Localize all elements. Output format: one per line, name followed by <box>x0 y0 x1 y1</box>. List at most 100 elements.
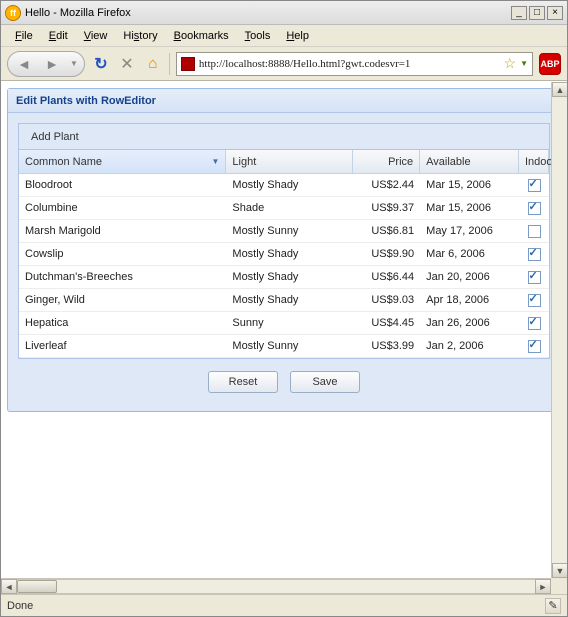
status-tool-icon[interactable]: ✎ <box>545 598 561 614</box>
vertical-scrollbar[interactable]: ▲ ▼ <box>551 82 567 578</box>
table-row[interactable]: Marsh MarigoldMostly SunnyUS$6.81May 17,… <box>19 220 549 243</box>
reload-button[interactable]: ↻ <box>91 54 111 74</box>
cell-price: US$3.99 <box>353 340 420 352</box>
menu-tools[interactable]: Tools <box>237 28 279 44</box>
col-common-name-label: Common Name <box>25 156 102 168</box>
col-common-name[interactable]: Common Name ▼ <box>19 150 226 173</box>
col-available[interactable]: Available <box>420 150 519 173</box>
cell-indoor <box>519 294 549 307</box>
cell-available: Jan 2, 2006 <box>420 340 519 352</box>
menu-help[interactable]: Help <box>278 28 317 44</box>
grid-toolbar: Add Plant <box>18 123 550 149</box>
cell-available: Mar 15, 2006 <box>420 179 519 191</box>
adblock-plus-icon[interactable]: ABP <box>539 53 561 75</box>
cell-price: US$9.37 <box>353 202 420 214</box>
scroll-left-arrow[interactable]: ◄ <box>1 579 17 594</box>
cell-light: Mostly Shady <box>226 294 352 306</box>
maximize-button[interactable]: □ <box>529 6 545 20</box>
scroll-right-arrow[interactable]: ► <box>535 579 551 594</box>
menu-bookmarks[interactable]: Bookmarks <box>166 28 237 44</box>
reset-button[interactable]: Reset <box>208 371 278 393</box>
panel-button-row: Reset Save <box>18 359 550 397</box>
cell-light: Mostly Sunny <box>226 340 352 352</box>
window-controls: _ □ × <box>511 6 563 20</box>
indoor-checkbox[interactable] <box>528 179 541 192</box>
cell-available: Mar 6, 2006 <box>420 248 519 260</box>
indoor-checkbox[interactable] <box>528 225 541 238</box>
status-text: Done <box>7 600 33 612</box>
cell-name: Bloodroot <box>19 179 226 191</box>
scrollbar-corner <box>551 578 567 594</box>
cell-indoor <box>519 248 549 261</box>
window-title: Hello - Mozilla Firefox <box>25 7 131 19</box>
table-row[interactable]: HepaticaSunnyUS$4.45Jan 26, 2006 <box>19 312 549 335</box>
cell-name: Ginger, Wild <box>19 294 226 306</box>
scroll-down-arrow[interactable]: ▼ <box>552 563 567 578</box>
row-editor-panel: Edit Plants with RowEditor Add Plant Com… <box>7 88 561 412</box>
forward-button[interactable]: ► <box>42 54 62 74</box>
cell-light: Sunny <box>226 317 352 329</box>
cell-name: Hepatica <box>19 317 226 329</box>
bookmark-star-icon[interactable]: ☆ <box>504 55 517 72</box>
cell-price: US$6.81 <box>353 225 420 237</box>
cell-available: Jan 20, 2006 <box>420 271 519 283</box>
address-dropdown-icon[interactable]: ▼ <box>520 59 528 68</box>
scroll-up-arrow[interactable]: ▲ <box>552 82 567 97</box>
add-plant-button[interactable]: Add Plant <box>25 129 85 145</box>
vertical-scroll-track[interactable] <box>552 97 567 563</box>
cell-name: Dutchman's-Breeches <box>19 271 226 283</box>
col-light[interactable]: Light <box>226 150 352 173</box>
cell-price: US$9.03 <box>353 294 420 306</box>
table-row[interactable]: ColumbineShadeUS$9.37Mar 15, 2006 <box>19 197 549 220</box>
site-identity-icon[interactable] <box>181 57 195 71</box>
save-button[interactable]: Save <box>290 371 360 393</box>
table-row[interactable]: CowslipMostly ShadyUS$9.90Mar 6, 2006 <box>19 243 549 266</box>
col-price[interactable]: Price <box>353 150 420 173</box>
back-button[interactable]: ◄ <box>14 54 34 74</box>
close-button[interactable]: × <box>547 6 563 20</box>
indoor-checkbox[interactable] <box>528 271 541 284</box>
indoor-checkbox[interactable] <box>528 340 541 353</box>
plants-grid: Common Name ▼ Light Price Available Indo… <box>18 149 550 359</box>
cell-light: Mostly Shady <box>226 271 352 283</box>
navigation-toolbar: ◄ ► ▼ ↻ ✕ ⌂ ☆ ▼ ABP <box>1 47 567 81</box>
indoor-checkbox[interactable] <box>528 202 541 215</box>
cell-indoor <box>519 340 549 353</box>
cell-available: Mar 15, 2006 <box>420 202 519 214</box>
menu-edit[interactable]: Edit <box>41 28 76 44</box>
horizontal-scroll-thumb[interactable] <box>17 580 57 593</box>
menu-history[interactable]: History <box>115 28 165 44</box>
menu-file[interactable]: File <box>7 28 41 44</box>
cell-light: Mostly Shady <box>226 248 352 260</box>
nav-dropdown-icon[interactable]: ▼ <box>70 59 78 68</box>
col-indoor[interactable]: Indoor <box>519 150 549 173</box>
indoor-checkbox[interactable] <box>528 294 541 307</box>
indoor-checkbox[interactable] <box>528 317 541 330</box>
cell-price: US$2.44 <box>353 179 420 191</box>
cell-price: US$9.90 <box>353 248 420 260</box>
toolbar-separator <box>169 53 170 75</box>
cell-indoor <box>519 271 549 284</box>
home-button[interactable]: ⌂ <box>143 54 163 74</box>
address-bar[interactable]: ☆ ▼ <box>176 52 533 76</box>
cell-indoor <box>519 225 549 238</box>
cell-indoor <box>519 317 549 330</box>
horizontal-scrollbar[interactable]: ◄ ► <box>1 578 551 594</box>
minimize-button[interactable]: _ <box>511 6 527 20</box>
indoor-checkbox[interactable] <box>528 248 541 261</box>
menu-view[interactable]: View <box>76 28 116 44</box>
table-row[interactable]: Ginger, WildMostly ShadyUS$9.03Apr 18, 2… <box>19 289 549 312</box>
address-input[interactable] <box>199 58 500 70</box>
cell-light: Mostly Sunny <box>226 225 352 237</box>
status-bar: Done ✎ <box>1 594 567 616</box>
table-row[interactable]: BloodrootMostly ShadyUS$2.44Mar 15, 2006 <box>19 174 549 197</box>
cell-name: Columbine <box>19 202 226 214</box>
table-row[interactable]: Dutchman's-BreechesMostly ShadyUS$6.44Ja… <box>19 266 549 289</box>
cell-available: Jan 26, 2006 <box>420 317 519 329</box>
horizontal-scroll-track[interactable] <box>17 579 535 594</box>
table-row[interactable]: LiverleafMostly SunnyUS$3.99Jan 2, 2006 <box>19 335 549 358</box>
cell-name: Marsh Marigold <box>19 225 226 237</box>
stop-button[interactable]: ✕ <box>117 54 137 74</box>
page-content: Edit Plants with RowEditor Add Plant Com… <box>1 81 567 594</box>
grid-header-row: Common Name ▼ Light Price Available Indo… <box>19 150 549 174</box>
